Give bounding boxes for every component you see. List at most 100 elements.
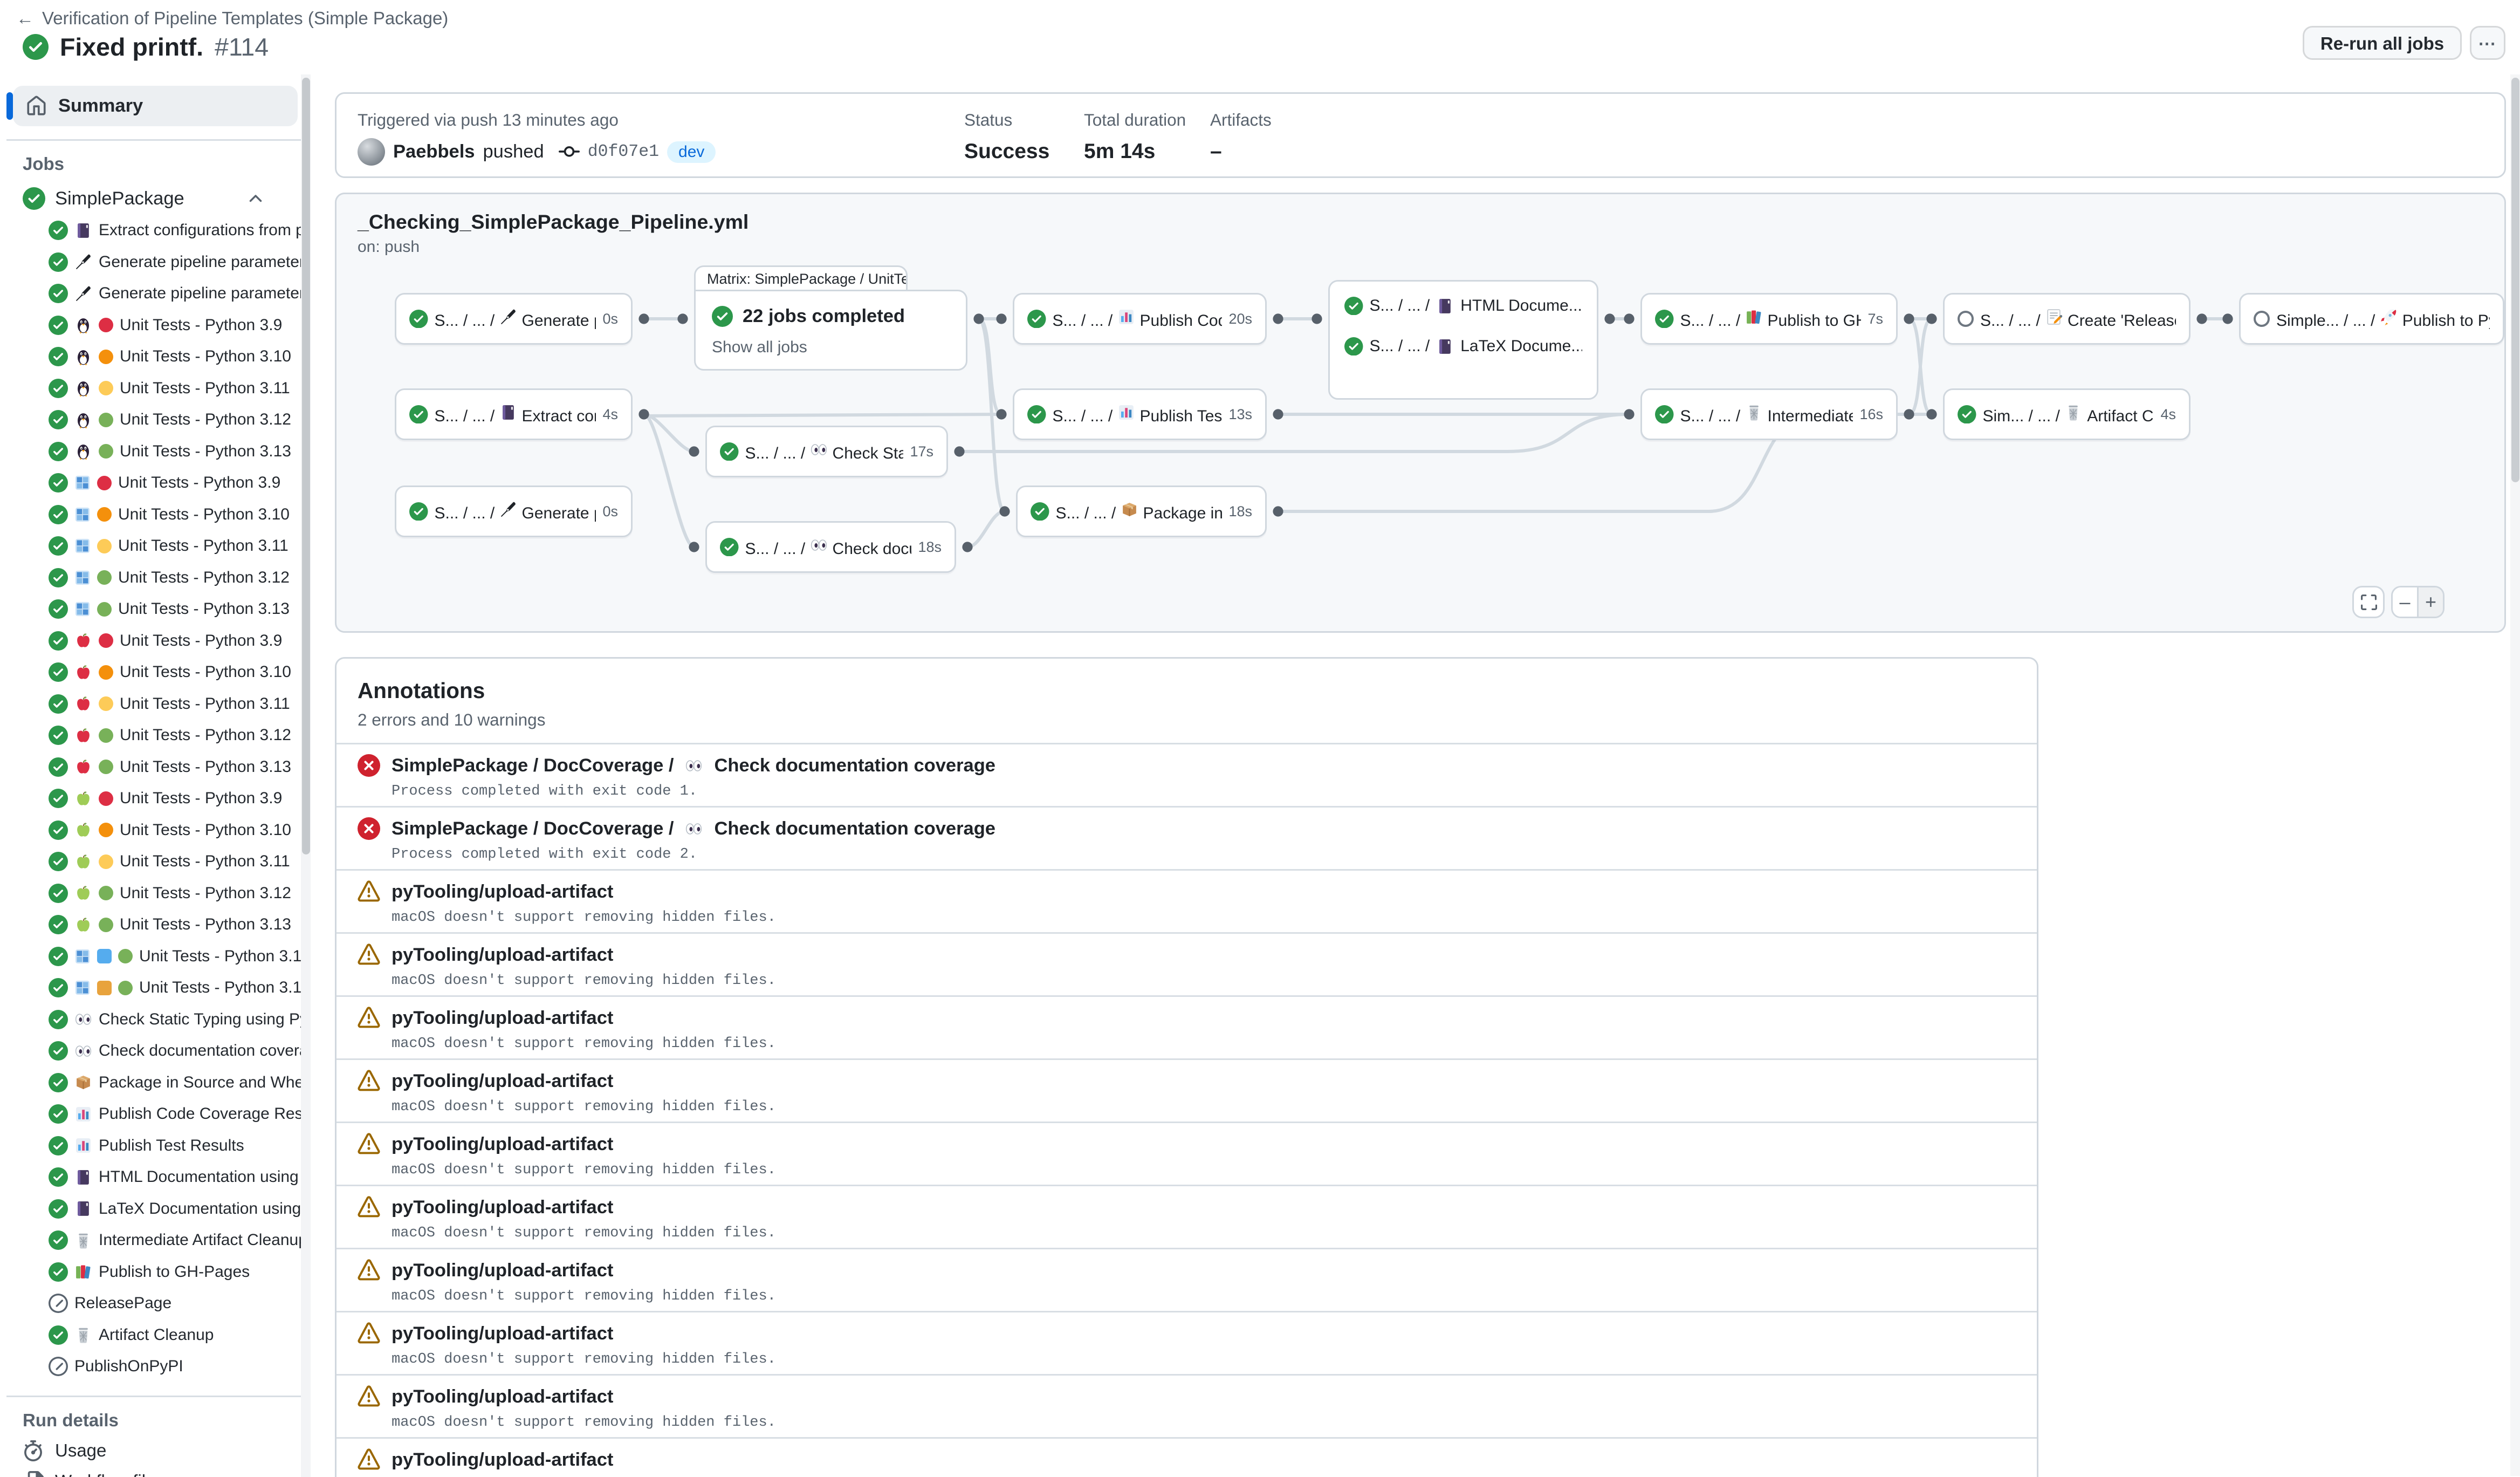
sidebar-job-row[interactable]: Unit Tests - Python 3.11 [0, 530, 311, 562]
annotation-title-text: Check documentation coverage [714, 755, 995, 776]
sidebar-job-row[interactable]: Artifact Cleanup [0, 1319, 311, 1351]
sidebar-job-row[interactable]: Unit Tests - Python 3.9 [0, 783, 311, 815]
book-icon [499, 404, 517, 421]
zoom-out-button[interactable]: – [2393, 587, 2419, 617]
sidebar-job-row[interactable]: PublishOnPyPI [0, 1351, 311, 1383]
sidebar-job-row[interactable]: Unit Tests - Python 3.13 [0, 909, 311, 941]
check12-icon [49, 347, 68, 366]
success-check-icon [712, 306, 733, 327]
sidebar-job-row[interactable]: Unit Tests - Python 3.10 [0, 657, 311, 688]
sidebar-job-row[interactable]: Unit Tests - Python 3.12 [0, 562, 311, 594]
graph-node-cleanup-int[interactable]: S... / ... / Intermediate A...16s [1640, 388, 1898, 440]
graph-node-gen2[interactable]: S... / ... / Generate pipelin...0s [395, 486, 633, 537]
annotation-title[interactable]: SimplePackage / DocCoverage / Check docu… [358, 817, 2016, 840]
graph-node-pypi[interactable]: Simple... / ... / Publish to PyPI [2239, 293, 2504, 345]
sidebar-job-row[interactable]: Unit Tests - Python 3.10 [0, 499, 311, 531]
sidebar-job-row[interactable]: Unit Tests - Python 3.13 [0, 593, 311, 625]
sidebar-job-row[interactable]: Unit Tests - Python 3.11 [0, 846, 311, 878]
annotation-title[interactable]: pyTooling/upload-artifact [358, 1448, 2016, 1471]
graph-node-pub-test[interactable]: S... / ... / Publish Test Re...13s [1013, 388, 1267, 440]
kebab-menu-button[interactable]: ⋯ [2470, 26, 2505, 60]
branch-badge[interactable]: dev [667, 141, 716, 163]
graph-node-package[interactable]: S... / ... / Package in Sou...18s [1016, 486, 1267, 537]
dot-green-icon [99, 886, 113, 900]
annotation-title[interactable]: pyTooling/upload-artifact [358, 880, 2016, 903]
annotation-title[interactable]: pyTooling/upload-artifact [358, 1196, 2016, 1219]
sidebar-job-row[interactable]: Unit Tests - Python 3.12 [0, 972, 311, 1004]
dot-green-icon [99, 444, 113, 459]
sidebar-job-row[interactable]: LaTeX Documentation using ... [0, 1193, 311, 1225]
sidebar-job-row[interactable]: Unit Tests - Python 3.12 [0, 878, 311, 910]
sidebar-job-row[interactable]: Check documentation covera... [0, 1035, 311, 1067]
sidebar-scrollbar[interactable] [301, 74, 311, 1477]
show-all-jobs-link[interactable]: Show all jobs [712, 338, 950, 357]
graph-node-extract[interactable]: S... / ... / Extract configur...4s [395, 388, 633, 440]
docs-group-row[interactable]: S... / ... / LaTeX Docume...51s [1344, 333, 1582, 359]
sidebar-job-row[interactable]: Unit Tests - Python 3.10 [0, 341, 311, 373]
back-link[interactable]: ← Verification of Pipeline Templates (Si… [16, 8, 448, 29]
job-label: Unit Tests - Python 3.12 [120, 726, 291, 744]
job-label: Unit Tests - Python 3.11 [120, 695, 290, 713]
sidebar-job-row[interactable]: ReleasePage [0, 1288, 311, 1319]
matrix-group-node[interactable]: 22 jobs completed Show all jobs [694, 290, 967, 371]
docs-group-row[interactable]: S... / ... / HTML Docume...55s [1344, 293, 1582, 319]
annotation-title[interactable]: pyTooling/upload-artifact [358, 1133, 2016, 1155]
annotation-title[interactable]: pyTooling/upload-artifact [358, 1385, 2016, 1408]
fullscreen-button[interactable] [2352, 586, 2385, 618]
matrix-tab[interactable]: Matrix: SimplePackage / UnitTest... [694, 265, 908, 290]
sidebar-job-row[interactable]: Package in Source and Wheel... [0, 1067, 311, 1099]
sidebar-job-row[interactable]: Generate pipeline parameters [0, 278, 311, 310]
sidebar-job-row[interactable]: Unit Tests - Python 3.9 [0, 467, 311, 499]
sidebar-job-row[interactable]: Unit Tests - Python 3.13 [0, 436, 311, 468]
sidebar-job-row[interactable]: Intermediate Artifact Cleanup [0, 1225, 311, 1256]
sidebar-item-usage[interactable]: Usage [23, 1440, 311, 1461]
sidebar-job-row[interactable]: Publish Code Coverage Results [0, 1098, 311, 1130]
sidebar-job-row[interactable]: Unit Tests - Python 3.11 [0, 688, 311, 720]
page-scrollbar[interactable] [2510, 74, 2520, 1476]
annotation-title[interactable]: SimplePackage / DocCoverage / Check docu… [358, 754, 2016, 777]
graph-node-release[interactable]: S... / ... / Create 'Release Pa... [1943, 293, 2191, 345]
annotation-title[interactable]: pyTooling/upload-artifact [358, 1322, 2016, 1345]
check11-icon [409, 502, 428, 521]
sidebar-group-simplepackage[interactable]: SimplePackage [23, 187, 281, 210]
sidebar-job-row[interactable]: Publish to GH-Pages [0, 1256, 311, 1288]
annotation-title[interactable]: pyTooling/upload-artifact [358, 943, 2016, 966]
sidebar-job-row[interactable]: Check Static Typing using Pyt... [0, 1004, 311, 1036]
annotation-title[interactable]: pyTooling/upload-artifact [358, 1007, 2016, 1029]
sidebar-job-row[interactable]: Generate pipeline parameters [0, 247, 311, 278]
graph-node-check-static[interactable]: S... / ... / Check Static Ty...17s [705, 426, 948, 477]
chevron-up-icon[interactable] [246, 189, 265, 208]
sidebar-job-row[interactable]: Unit Tests - Python 3.10 [0, 815, 311, 846]
sidebar-job-row[interactable]: HTML Documentation using ... [0, 1161, 311, 1193]
sidebar-job-row[interactable]: Unit Tests - Python 3.12 [0, 404, 311, 436]
workflow-graph-card: _Checking_SimplePackage_Pipeline.yml on:… [335, 193, 2506, 633]
sidebar-item-summary[interactable]: Summary [13, 86, 298, 126]
zoom-in-button[interactable]: + [2419, 587, 2443, 617]
skip12-icon [49, 1294, 68, 1313]
graph-node-gen1[interactable]: S... / ... / Generate pipelin...0s [395, 293, 633, 345]
graph-node-pub-cov[interactable]: S... / ... / Publish Code C...20s [1013, 293, 1267, 345]
sidebar-job-row[interactable]: Unit Tests - Python 3.13 [0, 751, 311, 783]
scrollbar-thumb[interactable] [302, 78, 310, 854]
rerun-all-jobs-button[interactable]: Re-run all jobs [2303, 26, 2462, 60]
check11-icon [1655, 405, 1674, 424]
sidebar-job-row[interactable]: Extract configurations from p... [0, 215, 311, 247]
sidebar-job-row[interactable]: Publish Test Results [0, 1130, 311, 1162]
graph-node-ghpages[interactable]: S... / ... / Publish to GH-P...7s [1640, 293, 1898, 345]
sidebar-item-workflow-file[interactable]: Workflow file [23, 1471, 311, 1477]
sidebar-job-row[interactable]: Unit Tests - Python 3.9 [0, 310, 311, 341]
sidebar-job-row[interactable]: Unit Tests - Python 3.12 [0, 941, 311, 973]
sidebar-job-row[interactable]: Unit Tests - Python 3.11 [0, 373, 311, 405]
sidebar-job-row[interactable]: Unit Tests - Python 3.12 [0, 720, 311, 751]
avatar[interactable] [358, 138, 385, 166]
scrollbar-thumb[interactable] [2511, 78, 2519, 482]
graph-node-cleanup[interactable]: Sim... / ... / Artifact Cleanup4s [1943, 388, 2191, 440]
graph-node-check-doc[interactable]: S... / ... / Check docume...18s [705, 521, 956, 573]
commit-sha-link[interactable]: d0f07e1 [588, 142, 659, 161]
annotation-detail: macOS doesn't support removing hidden fi… [392, 910, 2016, 926]
sidebar-job-row[interactable]: Unit Tests - Python 3.9 [0, 625, 311, 657]
actor-login[interactable]: Paebbels [393, 141, 475, 162]
annotation-title[interactable]: pyTooling/upload-artifact [358, 1070, 2016, 1092]
annotation-title[interactable]: pyTooling/upload-artifact [358, 1259, 2016, 1282]
annotation-title-text: pyTooling/upload-artifact [392, 1386, 613, 1407]
